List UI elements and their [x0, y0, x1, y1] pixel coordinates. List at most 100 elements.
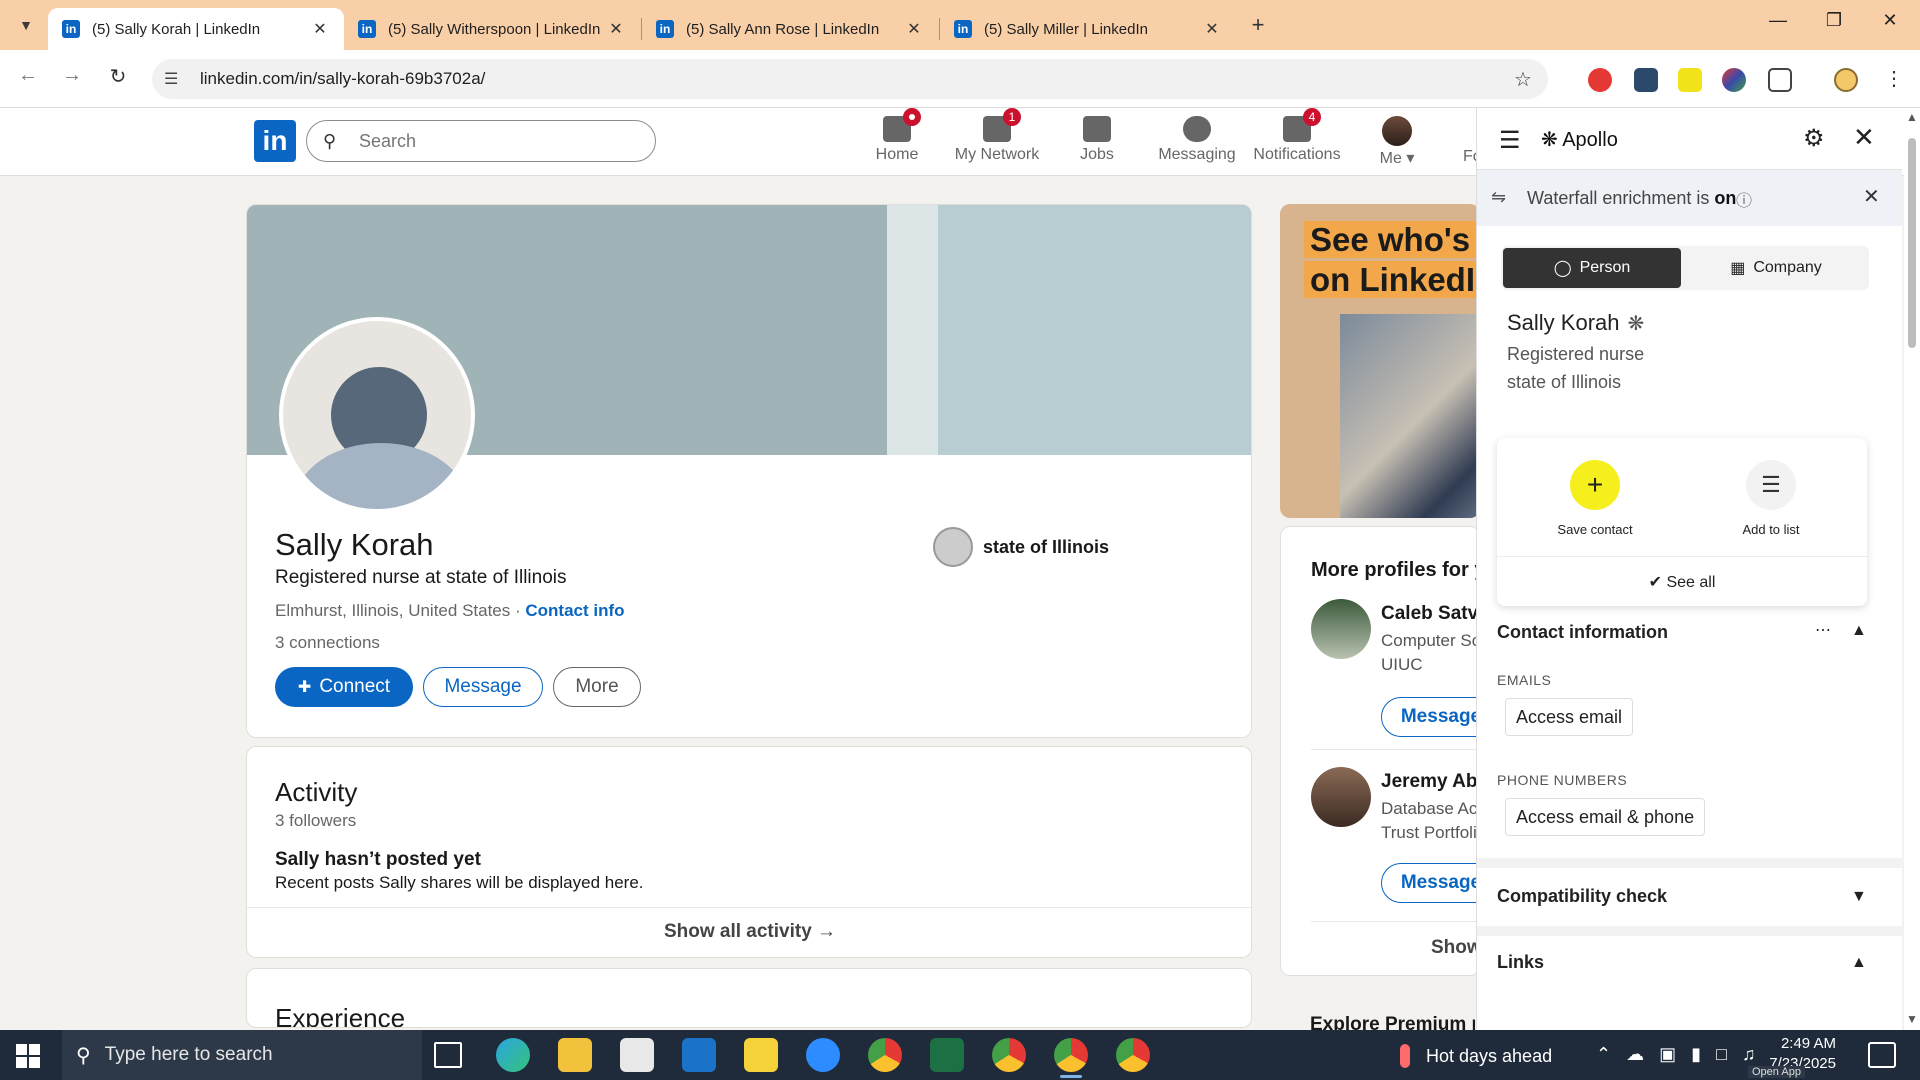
chrome-active-icon[interactable]	[1054, 1038, 1088, 1078]
weather-widget[interactable]: Hot days ahead	[1400, 1044, 1552, 1068]
battery-icon[interactable]: ▮	[1691, 1044, 1701, 1064]
extension-folder-icon[interactable]	[1634, 68, 1658, 92]
extensions-puzzle-icon[interactable]	[1768, 68, 1792, 92]
compatibility-check-title[interactable]: Compatibility check	[1497, 886, 1667, 907]
divider	[1311, 749, 1479, 750]
taskbar-search[interactable]: ⚲ Type here to search	[62, 1030, 422, 1080]
message-button[interactable]: Message	[1381, 697, 1479, 737]
windows-start-icon[interactable]	[16, 1044, 40, 1068]
close-banner-icon[interactable]: ✕	[1863, 184, 1880, 209]
more-options-icon[interactable]: ⋯	[1815, 620, 1831, 640]
mail-icon[interactable]	[682, 1038, 716, 1072]
browser-tab-4[interactable]: in (5) Sally Miller | LinkedIn ✕	[940, 8, 1236, 50]
avatar	[1311, 767, 1371, 827]
collapse-chevron-icon[interactable]: ▲	[1851, 954, 1867, 972]
open-app-overlay[interactable]: Open App	[1748, 1066, 1805, 1078]
extension-chrome-icon[interactable]	[1722, 68, 1746, 92]
scrollbar-thumb[interactable]	[1908, 138, 1916, 348]
chrome-icon[interactable]	[1116, 1038, 1150, 1072]
expand-chevron-icon[interactable]: ▼	[1851, 888, 1867, 906]
message-button[interactable]: Message	[1381, 863, 1479, 903]
restore-icon[interactable]: ❐	[1814, 10, 1854, 31]
chrome-icon[interactable]	[992, 1038, 1026, 1072]
close-tab-icon[interactable]: ✕	[310, 19, 330, 39]
connect-button[interactable]: ✚ Connect	[275, 667, 413, 707]
access-email-phone-button[interactable]: Access email & phone	[1505, 798, 1706, 836]
browser-tab-1[interactable]: in (5) Sally Korah | LinkedIn ✕	[48, 8, 344, 50]
monitor-icon[interactable]: ▣	[1659, 1044, 1676, 1064]
nav-me[interactable]: Me ▾	[1347, 116, 1447, 168]
nav-home[interactable]: Home	[847, 108, 947, 164]
onedrive-icon[interactable]: ☁	[1626, 1044, 1644, 1064]
nav-messaging[interactable]: Messaging	[1147, 116, 1247, 164]
bug-report-icon[interactable]: ⚙	[1803, 124, 1825, 153]
profile-avatar-icon[interactable]	[1834, 68, 1858, 92]
current-organization[interactable]: state of Illinois	[933, 527, 1109, 567]
extension-pokeball-icon[interactable]	[1588, 68, 1612, 92]
close-tab-icon[interactable]: ✕	[904, 19, 924, 39]
show-more-link[interactable]: Show	[1431, 937, 1479, 959]
links-title[interactable]: Links	[1497, 952, 1544, 973]
close-window-icon[interactable]: ✕	[1870, 10, 1910, 31]
back-arrow-icon[interactable]: ←	[12, 64, 44, 94]
system-tray[interactable]: ⌃ ☁ ▣ ▮ □ ♫	[1596, 1044, 1755, 1065]
close-panel-icon[interactable]: ✕	[1853, 122, 1875, 153]
premium-ad[interactable]: See who's hiron LinkedIn.	[1280, 204, 1480, 518]
save-contact-button[interactable]: + Save contact	[1525, 460, 1665, 537]
state-seal-logo	[933, 527, 973, 567]
notifications-icon[interactable]	[1868, 1042, 1896, 1068]
add-to-list-button[interactable]: ☰ Add to list	[1701, 460, 1841, 537]
nav-jobs[interactable]: Jobs	[1047, 116, 1147, 164]
info-icon[interactable]: ⓘ	[1736, 187, 1752, 211]
collapse-chevron-icon[interactable]: ▲	[1851, 622, 1867, 640]
message-button[interactable]: Message	[423, 667, 543, 707]
scroll-up-arrow-icon[interactable]: ▲	[1906, 110, 1918, 124]
page-scrollbar[interactable]: ▲ ▼	[1904, 108, 1920, 1030]
reload-icon[interactable]: ↻	[102, 64, 134, 94]
extension-apollo-icon[interactable]	[1678, 68, 1702, 92]
profile-photo[interactable]	[279, 317, 475, 513]
file-explorer-icon[interactable]	[558, 1038, 592, 1072]
nav-notifications[interactable]: 4 Notifications	[1247, 108, 1347, 164]
linkedin-logo[interactable]: in	[254, 120, 296, 162]
company-tab[interactable]: ▦ Company	[1687, 248, 1865, 288]
chrome-icon[interactable]	[868, 1038, 902, 1072]
new-tab-button[interactable]: +	[1244, 12, 1272, 38]
suggested-profile[interactable]: Jeremy Ab Database Ac Trust Portfoli Mess…	[1311, 767, 1479, 903]
contact-info-link[interactable]: Contact info	[525, 601, 624, 620]
volume-icon[interactable]: ♫	[1742, 1044, 1756, 1064]
zoom-icon[interactable]	[806, 1038, 840, 1072]
excel-icon[interactable]	[930, 1038, 964, 1072]
browser-tab-3[interactable]: in (5) Sally Ann Rose | LinkedIn ✕	[642, 8, 938, 50]
activity-empty-title: Sally hasn’t posted yet	[275, 849, 481, 870]
see-all-button[interactable]: ✔ See all	[1497, 572, 1867, 592]
address-bar[interactable]: ☰ linkedin.com/in/sally-korah-69b3702a/ …	[152, 59, 1548, 99]
minimize-icon[interactable]: —	[1758, 10, 1798, 31]
browser-tab-2[interactable]: in (5) Sally Witherspoon | LinkedIn ✕	[344, 8, 640, 50]
browser-menu-icon[interactable]: ⋮	[1884, 66, 1904, 91]
network-icon[interactable]: □	[1716, 1044, 1727, 1064]
entity-toggle: ◯ Person ▦ Company	[1501, 246, 1869, 290]
hamburger-menu-icon[interactable]: ☰	[1499, 126, 1521, 155]
sticky-notes-icon[interactable]	[744, 1038, 778, 1072]
search-input[interactable]	[359, 130, 639, 152]
tab-search-chevron-icon[interactable]: ▼	[12, 12, 40, 38]
nav-my-network[interactable]: 1 My Network	[947, 108, 1047, 164]
bookmark-star-icon[interactable]: ☆	[1508, 67, 1538, 92]
access-email-button[interactable]: Access email	[1505, 698, 1634, 736]
chevron-up-icon[interactable]: ⌃	[1596, 1044, 1611, 1064]
suggested-profile[interactable]: Caleb Satv Computer Sc UIUC Message	[1311, 599, 1479, 737]
edge-icon[interactable]	[496, 1038, 530, 1072]
forward-arrow-icon[interactable]: →	[56, 64, 88, 94]
linkedin-search[interactable]: ⚲	[306, 120, 656, 162]
connections-count[interactable]: 3 connections	[275, 633, 380, 653]
more-button[interactable]: More	[553, 667, 641, 707]
microsoft-store-icon[interactable]	[620, 1038, 654, 1072]
person-tab[interactable]: ◯ Person	[1503, 248, 1681, 288]
close-tab-icon[interactable]: ✕	[606, 19, 626, 39]
scroll-down-arrow-icon[interactable]: ▼	[1906, 1012, 1918, 1026]
site-info-icon[interactable]: ☰	[164, 69, 188, 89]
close-tab-icon[interactable]: ✕	[1202, 19, 1222, 39]
task-view-icon[interactable]	[434, 1042, 462, 1068]
show-all-activity-link[interactable]: Show all activity →	[247, 921, 1251, 943]
